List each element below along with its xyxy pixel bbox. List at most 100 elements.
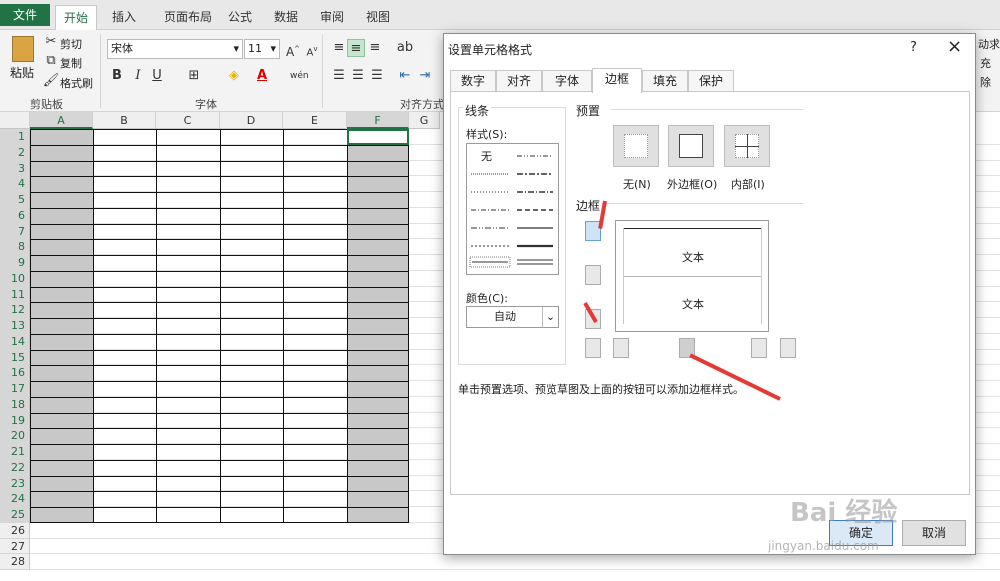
tab-fill[interactable]: 填充 — [642, 70, 688, 92]
row-header[interactable]: 11 — [0, 286, 30, 303]
row-header[interactable]: 5 — [0, 192, 30, 208]
increase-font-icon[interactable]: A^ — [284, 40, 302, 59]
italic-button[interactable]: I — [129, 67, 147, 85]
column-header[interactable]: A — [30, 112, 93, 129]
line-style-list[interactable]: 无 — [466, 143, 559, 275]
column-header[interactable]: B — [93, 112, 156, 129]
row-header[interactable]: 6 — [0, 207, 30, 224]
preset-none-label[interactable]: 无(N) — [623, 176, 651, 192]
row-header[interactable]: 7 — [0, 223, 30, 240]
tab-view[interactable]: 视图 — [360, 5, 396, 30]
tab-insert[interactable]: 插入 — [103, 5, 145, 30]
clear-button[interactable]: 除 — [980, 74, 991, 90]
tab-border[interactable]: 边框 — [592, 68, 642, 93]
indent-decrease-icon[interactable]: ⇤ — [396, 67, 414, 85]
orientation-icon[interactable]: ab — [396, 39, 414, 57]
row-header[interactable]: 17 — [0, 381, 30, 397]
tab-data[interactable]: 数据 — [268, 5, 304, 30]
fill-button[interactable]: 充 — [980, 55, 991, 71]
row-header[interactable]: 14 — [0, 333, 30, 350]
row-header[interactable]: 22 — [0, 459, 30, 476]
phonetic-icon[interactable]: wén — [290, 67, 309, 85]
border-icon[interactable]: ⊞ — [185, 67, 203, 85]
align-left-icon[interactable]: ☰ — [330, 67, 348, 85]
tab-file[interactable]: 文件 — [0, 4, 50, 26]
preset-none-icon[interactable] — [613, 125, 659, 167]
column-header[interactable]: E — [283, 112, 347, 129]
column-header[interactable]: D — [220, 112, 283, 129]
border-middle-horizontal-button[interactable] — [585, 265, 601, 285]
font-name-select[interactable]: 宋体 ▾ — [107, 39, 243, 59]
paste-button[interactable]: 粘贴 — [10, 64, 34, 81]
row-header[interactable]: 21 — [0, 444, 30, 460]
fill-color-icon[interactable]: ◈ — [225, 67, 243, 85]
align-top-icon[interactable]: ≡ — [330, 39, 348, 57]
paste-icon[interactable] — [12, 36, 34, 62]
border-left-button[interactable] — [613, 338, 629, 358]
preset-outline-label[interactable]: 外边框(O) — [667, 176, 717, 192]
row-header[interactable]: 9 — [0, 255, 30, 271]
align-bottom-icon[interactable]: ≡ — [366, 39, 384, 57]
underline-button[interactable]: U — [148, 67, 166, 85]
decrease-font-icon[interactable]: Av — [303, 40, 321, 58]
line-style-swatches[interactable] — [467, 144, 558, 274]
tab-review[interactable]: 审阅 — [314, 5, 350, 30]
row-header[interactable]: 16 — [0, 365, 30, 381]
close-icon[interactable]: × — [947, 36, 962, 57]
row-header[interactable]: 1 — [0, 129, 30, 145]
row-header[interactable]: 20 — [0, 428, 30, 444]
border-diagonal-up-button[interactable] — [585, 338, 601, 358]
row-header[interactable]: 25 — [0, 507, 30, 523]
row-header[interactable]: 4 — [0, 176, 30, 192]
font-color-icon[interactable]: A — [253, 67, 271, 85]
tab-protection[interactable]: 保护 — [688, 70, 734, 92]
color-select[interactable]: 自动 ⌄ — [466, 306, 559, 328]
tab-number[interactable]: 数字 — [450, 70, 496, 92]
row-header[interactable]: 24 — [0, 491, 30, 507]
align-middle-icon[interactable]: ≡ — [347, 39, 365, 57]
row-header[interactable]: 27 — [0, 538, 30, 555]
tab-home[interactable]: 开始 — [55, 5, 97, 30]
row-header[interactable]: 23 — [0, 475, 30, 492]
line-legend: 线条 — [463, 102, 492, 119]
help-button[interactable]: ? — [910, 40, 917, 55]
row-header[interactable]: 13 — [0, 318, 30, 334]
preset-inside-label[interactable]: 内部(I) — [731, 176, 765, 192]
select-all-corner[interactable] — [0, 112, 30, 129]
row-header[interactable]: 3 — [0, 160, 30, 177]
row-header[interactable]: 19 — [0, 412, 30, 429]
tab-font[interactable]: 字体 — [542, 70, 592, 92]
column-header[interactable]: G — [409, 112, 440, 129]
tab-page-layout[interactable]: 页面布局 — [155, 5, 221, 30]
autosum-button[interactable]: 动求和 — [978, 36, 1000, 52]
row-header[interactable]: 2 — [0, 144, 30, 161]
row-header[interactable]: 26 — [0, 522, 30, 539]
tab-formulas[interactable]: 公式 — [222, 5, 258, 30]
border-preview[interactable]: 文本 文本 — [615, 220, 769, 332]
active-cell[interactable] — [347, 129, 409, 145]
row-header[interactable]: 10 — [0, 270, 30, 287]
column-header[interactable]: F — [347, 112, 409, 129]
align-right-icon[interactable]: ☰ — [368, 67, 386, 85]
presets-divider — [611, 109, 803, 110]
row-header[interactable]: 15 — [0, 349, 30, 366]
copy-button[interactable]: 复制 — [60, 55, 82, 71]
row-header[interactable]: 18 — [0, 396, 30, 413]
preset-inside-icon[interactable] — [724, 125, 770, 167]
column-header[interactable]: C — [156, 112, 220, 129]
tab-alignment[interactable]: 对齐 — [496, 70, 542, 92]
border-diagonal-down-button[interactable] — [780, 338, 796, 358]
border-right-button[interactable] — [751, 338, 767, 358]
font-size-select[interactable]: 11 ▾ — [244, 39, 280, 59]
cut-button[interactable]: 剪切 — [60, 36, 82, 52]
align-center-icon[interactable]: ☰ — [349, 67, 367, 85]
row-header[interactable]: 8 — [0, 239, 30, 255]
row-header[interactable]: 12 — [0, 302, 30, 318]
font-group-label: 字体 — [195, 98, 217, 111]
format-painter-button[interactable]: 格式刷 — [60, 75, 93, 91]
preset-outline-icon[interactable] — [668, 125, 714, 167]
row-header[interactable]: 28 — [0, 554, 30, 570]
indent-increase-icon[interactable]: ⇥ — [416, 67, 434, 85]
bold-button[interactable]: B — [108, 67, 126, 85]
cancel-button[interactable]: 取消 — [902, 520, 966, 546]
